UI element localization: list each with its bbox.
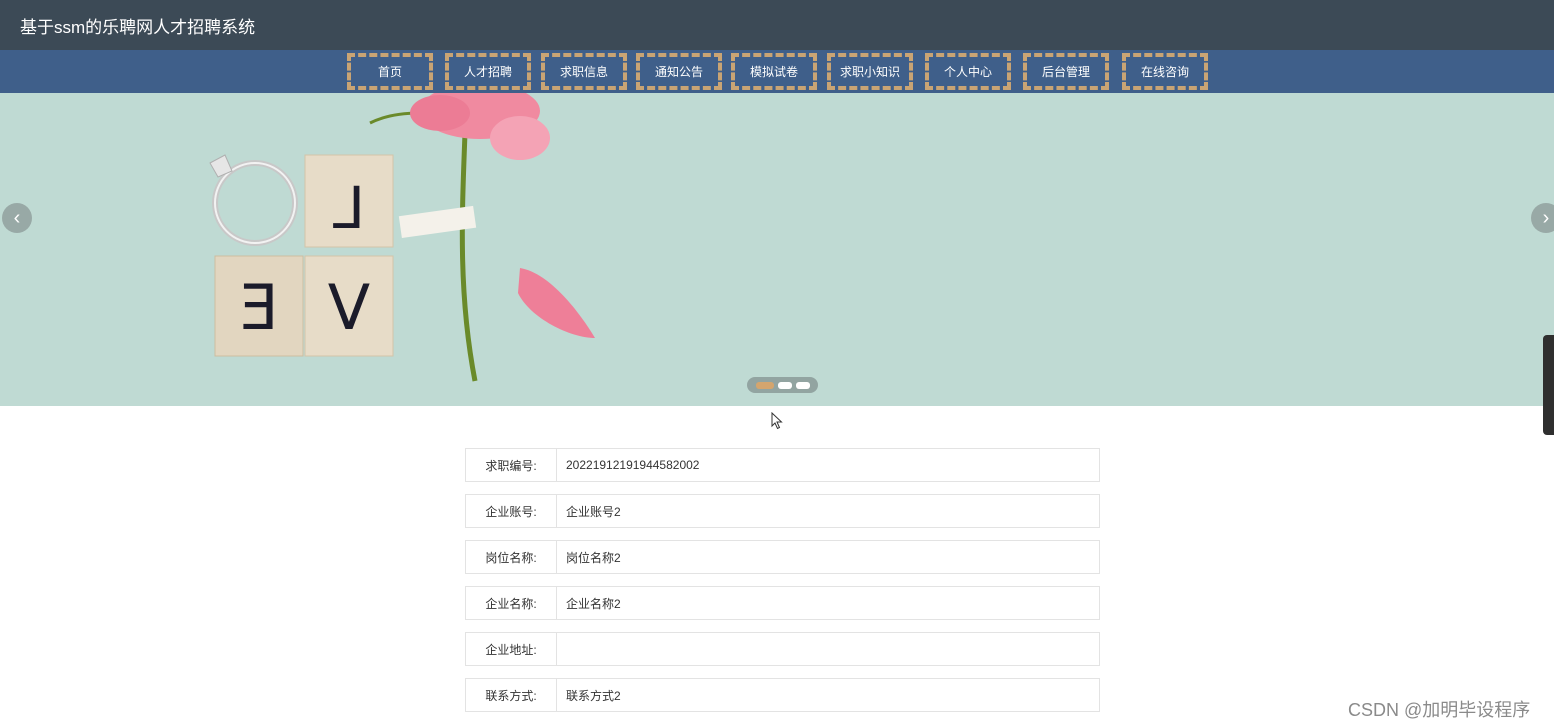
watermark-text: CSDN @加明毕设程序 xyxy=(1348,700,1531,720)
company-address-field[interactable] xyxy=(557,632,1100,666)
job-detail-form: 求职编号: 20221912191944582002 企业账号: 企业账号2 岗… xyxy=(465,448,1100,724)
nav-item-notices[interactable]: 通知公告 xyxy=(636,53,722,90)
contact-field[interactable]: 联系方式2 xyxy=(557,678,1100,712)
carousel-dot-1[interactable] xyxy=(755,381,774,389)
carousel-dot-3[interactable] xyxy=(795,381,810,389)
form-label: 求职编号: xyxy=(465,448,557,482)
nav-item-talent-recruit[interactable]: 人才招聘 xyxy=(445,53,531,90)
position-name-field[interactable]: 岗位名称2 xyxy=(557,540,1100,574)
banner-carousel: L E V ‹ › xyxy=(0,93,1554,406)
nav-item-job-seeking[interactable]: 求职信息 xyxy=(541,53,627,90)
company-name-field[interactable]: 企业名称2 xyxy=(557,586,1100,620)
form-label: 联系方式: xyxy=(465,678,557,712)
svg-text:V: V xyxy=(328,271,370,344)
chevron-left-icon: ‹ xyxy=(13,206,21,229)
svg-text:L: L xyxy=(333,174,365,242)
main-nav: 首页 人才招聘 求职信息 通知公告 模拟试卷 求职小知识 个人中心 后台管理 在… xyxy=(0,50,1554,93)
form-row-company-address: 企业地址: xyxy=(465,632,1100,666)
job-id-field[interactable]: 20221912191944582002 xyxy=(557,448,1100,482)
form-row-position-name: 岗位名称: 岗位名称2 xyxy=(465,540,1100,574)
form-label: 企业名称: xyxy=(465,586,557,620)
form-row-job-id: 求职编号: 20221912191944582002 xyxy=(465,448,1100,482)
form-row-contact: 联系方式: 联系方式2 xyxy=(465,678,1100,712)
carousel-prev-button[interactable]: ‹ xyxy=(2,203,32,233)
svg-text:E: E xyxy=(239,271,278,344)
nav-item-job-tips[interactable]: 求职小知识 xyxy=(827,53,913,90)
form-row-company-name: 企业名称: 企业名称2 xyxy=(465,586,1100,620)
form-row-company-account: 企业账号: 企业账号2 xyxy=(465,494,1100,528)
form-label: 企业账号: xyxy=(465,494,557,528)
company-account-field[interactable]: 企业账号2 xyxy=(557,494,1100,528)
nav-item-online-consult[interactable]: 在线咨询 xyxy=(1122,53,1208,90)
nav-item-personal-center[interactable]: 个人中心 xyxy=(925,53,1011,90)
site-title: 基于ssm的乐聘网人才招聘系统 xyxy=(20,18,256,37)
carousel-next-button[interactable]: › xyxy=(1531,203,1554,233)
carousel-indicators xyxy=(747,377,818,393)
carousel-dot-2[interactable] xyxy=(777,381,792,389)
side-floating-tab[interactable] xyxy=(1543,335,1554,435)
nav-item-mock-exam[interactable]: 模拟试卷 xyxy=(731,53,817,90)
mouse-cursor-icon xyxy=(771,412,783,430)
chevron-right-icon: › xyxy=(1542,206,1550,229)
nav-item-admin[interactable]: 后台管理 xyxy=(1023,53,1109,90)
top-header: 基于ssm的乐聘网人才招聘系统 xyxy=(0,0,1554,50)
nav-item-home[interactable]: 首页 xyxy=(347,53,433,90)
form-label: 企业地址: xyxy=(465,632,557,666)
banner-image: L E V xyxy=(209,93,595,382)
form-label: 岗位名称: xyxy=(465,540,557,574)
